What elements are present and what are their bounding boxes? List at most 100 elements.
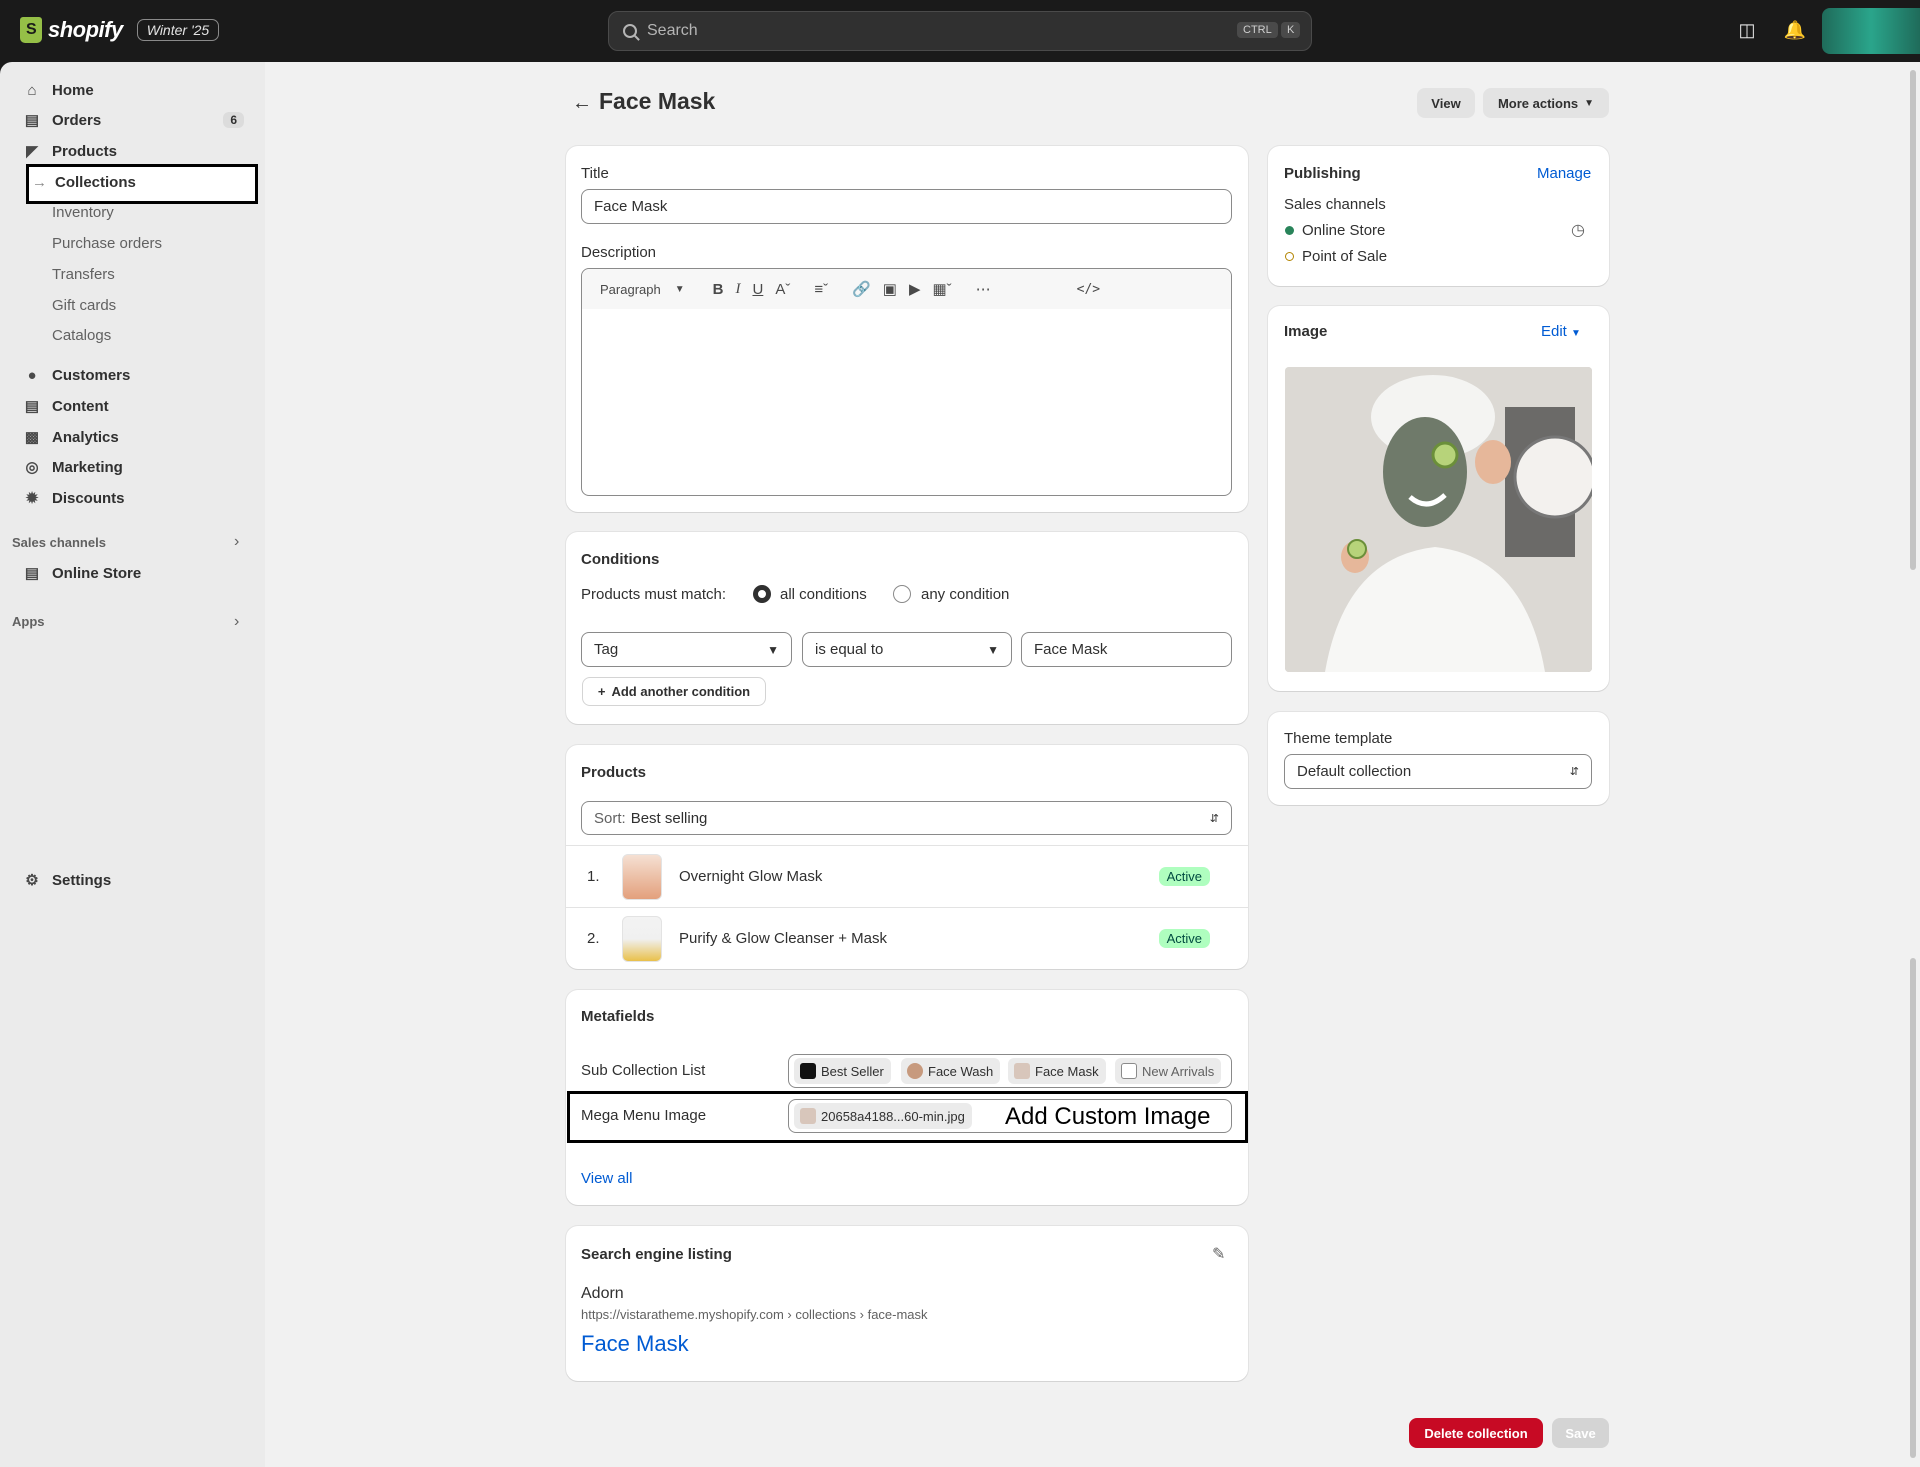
shopify-logo[interactable]: shopify Winter '25	[20, 17, 220, 43]
sidebar-item-content[interactable]: ▤ Content	[12, 392, 252, 420]
sidebar-item-home[interactable]: ⌂ Home	[12, 76, 252, 104]
sidebar-item-catalogs[interactable]: Catalogs	[12, 321, 252, 349]
video-icon[interactable]: ▶	[909, 280, 921, 298]
image-heading: Image	[1284, 323, 1328, 340]
sidebar-item-orders[interactable]: ▤ Orders 6	[12, 106, 252, 134]
seo-store-name: Adorn	[581, 1285, 624, 1302]
code-icon[interactable]: </>	[1077, 282, 1100, 297]
shortcut-k: K	[1281, 22, 1301, 38]
chip-label: New Arrivals	[1142, 1063, 1215, 1079]
more-icon[interactable]: ⋯	[976, 280, 991, 298]
condition-value-text: Face Mask	[1034, 641, 1108, 658]
inbox-icon: ▤	[24, 112, 40, 129]
file-chip[interactable]: 20658a4188...60-min.jpg	[794, 1103, 972, 1129]
schedule-icon[interactable]: ◷	[1571, 220, 1585, 240]
underline-icon[interactable]: U	[752, 281, 763, 298]
chip-label: Face Mask	[1035, 1063, 1099, 1079]
align-icon[interactable]: ≡ˇ	[814, 281, 828, 298]
sidebar-item-label: Online Store	[52, 564, 142, 582]
save-button[interactable]: Save	[1552, 1418, 1609, 1448]
more-actions-label: More actions	[1497, 95, 1579, 111]
theme-template-select[interactable]: Default collection ⇵	[1284, 754, 1592, 789]
back-arrow-icon[interactable]: ←	[572, 92, 592, 115]
sidebar-item-customers[interactable]: ● Customers	[12, 361, 252, 389]
table-icon[interactable]: ▦ˇ	[932, 280, 951, 298]
collection-chip[interactable]: New Arrivals	[1115, 1058, 1222, 1084]
all-conditions-radio[interactable]	[753, 585, 771, 603]
storefront-icon: ▤	[24, 565, 40, 582]
search-input[interactable]: Search CTRL K	[608, 11, 1312, 51]
sort-select[interactable]: Sort: Best selling ⇵	[581, 801, 1232, 835]
scrollbar-lower[interactable]	[1910, 958, 1916, 1458]
sidebar-item-online-store[interactable]: ▤ Online Store	[12, 559, 252, 587]
scrollbar[interactable]	[1910, 70, 1916, 570]
edition-badge: Winter '25	[136, 19, 220, 41]
sidebar-item-inventory[interactable]: Inventory	[12, 198, 252, 226]
bold-icon[interactable]: B	[713, 281, 724, 298]
description-editor[interactable]: Paragraph ▼ B I U Aˇ ≡ˇ 🔗 ▣ ▶ ▦ˇ ⋯ </>	[581, 268, 1232, 496]
sidebar-item-label: Gift cards	[52, 296, 117, 314]
chevron-right-icon[interactable]: ›	[234, 533, 239, 551]
sub-collection-field[interactable]: Best Seller Face Wash Face Mask New Arri…	[788, 1054, 1232, 1088]
collection-chip[interactable]: Face Mask	[1008, 1058, 1106, 1084]
all-conditions-label[interactable]: all conditions	[780, 586, 867, 603]
table-row[interactable]: 2. Purify & Glow Cleanser + Mask Active	[566, 907, 1248, 969]
notifications-icon[interactable]: 🔔	[1783, 18, 1807, 42]
tag-icon: ◤	[26, 143, 38, 160]
editor-toolbar: Paragraph ▼ B I U Aˇ ≡ˇ 🔗 ▣ ▶ ▦ˇ ⋯ </>	[582, 269, 1231, 309]
sidebar-item-settings[interactable]: ⚙ Settings	[12, 866, 252, 894]
title-field[interactable]: Face Mask	[581, 189, 1232, 224]
product-name[interactable]: Overnight Glow Mask	[679, 868, 822, 885]
text-color-icon[interactable]: Aˇ	[775, 281, 790, 298]
search-icon	[623, 24, 637, 38]
store-icon[interactable]: ◫	[1735, 18, 1759, 42]
arrow-right-icon: →	[32, 173, 47, 191]
metafields-heading: Metafields	[581, 1008, 655, 1025]
add-condition-label: Add another condition	[611, 684, 751, 699]
annotation-text: Add Custom Image	[1005, 1103, 1211, 1130]
sidebar-item-marketing[interactable]: ◎ Marketing	[12, 453, 252, 481]
table-row[interactable]: 1. Overnight Glow Mask Active	[566, 845, 1248, 907]
manage-link[interactable]: Manage	[1537, 165, 1591, 182]
sidebar-item-discounts[interactable]: ✹ Discounts	[12, 484, 252, 512]
sidebar-item-purchase-orders[interactable]: Purchase orders	[12, 229, 252, 257]
delete-collection-button[interactable]: Delete collection	[1409, 1418, 1543, 1448]
product-thumbnail	[622, 916, 662, 962]
collection-chip[interactable]: Best Seller	[794, 1058, 891, 1084]
any-condition-radio[interactable]	[893, 585, 911, 603]
product-name[interactable]: Purify & Glow Cleanser + Mask	[679, 930, 887, 947]
condition-field-select[interactable]: Tag ▼	[581, 632, 792, 667]
publishing-heading: Publishing	[1284, 165, 1361, 182]
link-icon[interactable]: 🔗	[852, 280, 871, 298]
add-condition-button[interactable]: + Add another condition	[582, 677, 766, 706]
sidebar-item-label: Orders	[52, 111, 102, 129]
pencil-icon[interactable]: ✎	[1212, 1244, 1225, 1264]
view-button[interactable]: View	[1417, 88, 1475, 118]
view-all-link[interactable]: View all	[581, 1170, 632, 1187]
edit-label: Edit	[1541, 323, 1567, 340]
paragraph-select[interactable]: Paragraph	[600, 282, 661, 297]
mega-menu-label: Mega Menu Image	[581, 1107, 707, 1124]
sidebar-item-collections[interactable]: → Collections	[12, 168, 252, 196]
sidebar-item-analytics[interactable]: ▩ Analytics	[12, 423, 252, 451]
collection-image[interactable]	[1285, 367, 1592, 672]
sidebar-item-gift-cards[interactable]: Gift cards	[12, 291, 252, 319]
more-actions-button[interactable]: More actions ▼	[1483, 88, 1609, 118]
sales-channels-heading[interactable]: Sales channels	[12, 535, 106, 550]
title-value: Face Mask	[594, 198, 668, 215]
condition-operator-select[interactable]: is equal to ▼	[802, 632, 1012, 667]
edit-dropdown[interactable]: Edit ▼	[1541, 323, 1581, 340]
avatar[interactable]	[1822, 8, 1920, 54]
sidebar-item-transfers[interactable]: Transfers	[12, 260, 252, 288]
sort-label: Sort:	[594, 809, 626, 827]
collection-chip[interactable]: Face Wash	[901, 1058, 1001, 1084]
chevron-right-icon[interactable]: ›	[234, 613, 239, 631]
apps-heading[interactable]: Apps	[12, 614, 45, 629]
mega-menu-field[interactable]: 20658a4188...60-min.jpg Add Custom Image	[788, 1099, 1232, 1133]
product-thumbnail	[622, 854, 662, 900]
any-condition-label[interactable]: any condition	[921, 586, 1009, 603]
italic-icon[interactable]: I	[735, 281, 740, 298]
sidebar-item-products[interactable]: ◤ Products	[12, 137, 252, 165]
condition-value-input[interactable]: Face Mask	[1021, 632, 1232, 667]
image-icon[interactable]: ▣	[883, 280, 897, 298]
